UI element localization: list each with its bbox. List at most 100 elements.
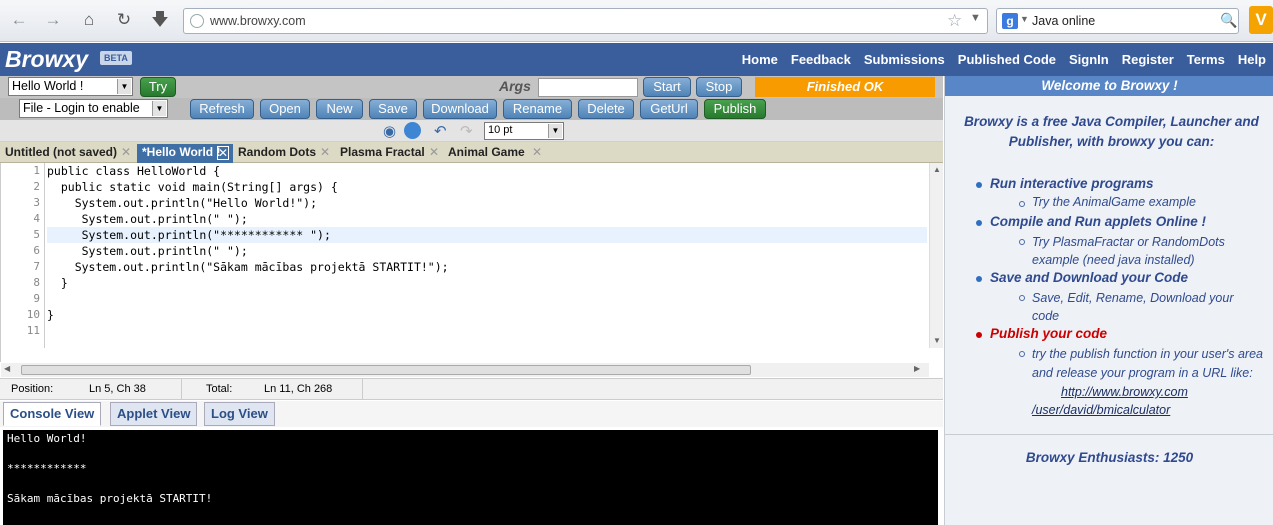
menu-published-code[interactable]: Published Code [958, 52, 1056, 67]
reload-icon[interactable]: ↻ [113, 9, 135, 31]
code-editor[interactable]: 1 2 3 4 5 6 7 8 9 10 11 ▲ ▼ ◀ ▶ public class Hello… [0, 163, 943, 377]
menu-terms[interactable]: Terms [1187, 52, 1225, 67]
feature-title: Compile and Run applets Online ! [990, 214, 1207, 229]
menu-submissions[interactable]: Submissions [864, 52, 945, 67]
refresh-button[interactable]: Refresh [190, 99, 254, 119]
close-icon[interactable]: ✕ [320, 145, 330, 159]
tab-animal-game[interactable]: Animal Game ✕ [443, 144, 546, 163]
close-icon[interactable]: ✕ [532, 145, 542, 159]
scroll-right-icon[interactable]: ▶ [914, 364, 920, 373]
publish-button[interactable]: Publish [704, 99, 766, 119]
example-link[interactable]: http://www.browxy.com /user/david/bmical… [1032, 383, 1202, 419]
open-button[interactable]: Open [260, 99, 310, 119]
redo-icon[interactable]: ↷ [460, 122, 473, 140]
position-value: Ln 5, Ch 38 [89, 383, 146, 395]
download-arrow-icon[interactable]: 🡇 [149, 9, 171, 31]
enthusiasts-count: Browxy Enthusiasts: 1250 [1025, 450, 1194, 465]
line-number: 8 [33, 276, 40, 289]
download-button[interactable]: Download [423, 99, 497, 119]
line-number: 1 [33, 164, 40, 177]
run-toolbar: Hello World ! ▼ Try Args Start Stop Fini… [0, 76, 943, 98]
horizontal-scrollbar[interactable]: ◀ ▶ [1, 363, 929, 377]
beta-badge: BETA [100, 51, 132, 65]
tab-console-view[interactable]: Console View [3, 402, 102, 426]
close-icon[interactable]: ✕ [216, 146, 229, 160]
save-button[interactable]: Save [369, 99, 417, 119]
code-line[interactable]: } [47, 307, 927, 323]
scroll-down-icon[interactable]: ▼ [933, 336, 941, 345]
font-size-select[interactable]: 10 pt ▼ [484, 122, 564, 140]
menu-signin[interactable]: SignIn [1069, 52, 1109, 67]
back-arrow-icon[interactable]: ← [8, 9, 30, 31]
home-icon[interactable]: ⌂ [78, 9, 100, 31]
menu-register[interactable]: Register [1122, 52, 1174, 67]
vertical-scrollbar[interactable]: ▲ ▼ [929, 163, 943, 348]
close-icon[interactable]: ✕ [429, 145, 439, 159]
status-divider [362, 379, 363, 399]
tab-label: Plasma Fractal [340, 145, 425, 159]
code-line[interactable]: System.out.println("************ "); [47, 227, 927, 243]
stop-button[interactable]: Stop [696, 77, 742, 97]
code-line[interactable] [47, 291, 927, 307]
new-button[interactable]: New [316, 99, 363, 119]
code-line[interactable]: System.out.println(" "); [47, 243, 927, 259]
line-number: 11 [26, 324, 40, 337]
total-label: Total: [206, 383, 233, 395]
tab-random-dots[interactable]: Random Dots ✕ [233, 144, 334, 163]
try-button[interactable]: Try [140, 77, 176, 97]
scroll-thumb[interactable] [21, 365, 751, 375]
code-line[interactable]: public static void main(String[] args) { [47, 179, 927, 195]
menu-feedback[interactable]: Feedback [791, 52, 851, 67]
code-line[interactable] [47, 323, 927, 339]
console-line: ************ [7, 462, 87, 475]
rename-button[interactable]: Rename [503, 99, 572, 119]
close-icon[interactable]: ✕ [121, 145, 131, 159]
search-icon[interactable]: 🔍 [1220, 12, 1237, 29]
file-select[interactable]: File - Login to enable ▼ [19, 99, 168, 118]
delete-button[interactable]: Delete [578, 99, 634, 119]
browser-toolbar: ← → ⌂ ↻ 🡇 www.browxy.com ☆ ▼ g ▼ Java on… [0, 0, 1273, 42]
feature-sub: try the publish function in your user's … [1032, 347, 1263, 380]
scroll-left-icon[interactable]: ◀ [4, 364, 10, 373]
code-line[interactable]: System.out.println(" "); [47, 211, 927, 227]
geturl-button[interactable]: GetUrl [640, 99, 698, 119]
search-engine-icon[interactable]: g [1002, 13, 1018, 29]
url-dropdown-icon[interactable]: ▼ [970, 12, 981, 24]
undo-icon[interactable]: ↶ [434, 122, 447, 140]
welcome-heading: Welcome to Browxy ! [945, 76, 1273, 96]
tab-log-view[interactable]: Log View [204, 402, 275, 426]
tab-applet-view[interactable]: Applet View [110, 402, 198, 426]
start-button[interactable]: Start [643, 77, 691, 97]
line-number: 10 [26, 308, 40, 321]
find-binoculars-icon[interactable]: ◉ [383, 122, 396, 140]
menu-home[interactable]: Home [742, 52, 778, 67]
chevron-down-icon: ▼ [548, 124, 562, 138]
site-logo[interactable]: Browxy [5, 46, 88, 73]
code-line[interactable]: public class HelloWorld { [47, 163, 927, 179]
bullet-icon [976, 276, 982, 282]
feature-title-publish: Publish your code [990, 326, 1108, 341]
url-bar[interactable]: www.browxy.com ☆ ▼ [183, 8, 988, 34]
status-banner: Finished OK [755, 77, 935, 97]
program-select-value: Hello World ! [12, 79, 84, 93]
addon-v-icon[interactable]: V [1249, 6, 1273, 34]
line-number: 3 [33, 196, 40, 209]
search-box[interactable]: g ▼ Java online 🔍 [996, 8, 1239, 34]
goto-icon[interactable] [404, 122, 421, 139]
bookmark-star-icon[interactable]: ☆ [947, 11, 962, 31]
forward-arrow-icon[interactable]: → [42, 9, 64, 31]
code-line[interactable]: System.out.println("Sākam mācības projek… [47, 259, 927, 275]
code-line[interactable]: } [47, 275, 927, 291]
tab-untitled[interactable]: Untitled (not saved) ✕ [0, 144, 135, 163]
menu-help[interactable]: Help [1238, 52, 1266, 67]
tab-hello-world[interactable]: *Hello World ! ✕ [137, 144, 233, 163]
code-line[interactable]: System.out.println("Hello World!"); [47, 195, 927, 211]
feature-sub: Try PlasmaFractar or RandomDots example … [1032, 235, 1225, 267]
url-text: www.browxy.com [210, 14, 306, 28]
engine-dropdown-icon[interactable]: ▼ [1020, 14, 1029, 24]
tab-plasma-fractal[interactable]: Plasma Fractal ✕ [335, 144, 443, 163]
scroll-up-icon[interactable]: ▲ [933, 165, 941, 174]
args-input[interactable] [538, 78, 638, 97]
tab-label: *Hello World ! [142, 145, 221, 159]
program-select[interactable]: Hello World ! ▼ [8, 77, 133, 96]
